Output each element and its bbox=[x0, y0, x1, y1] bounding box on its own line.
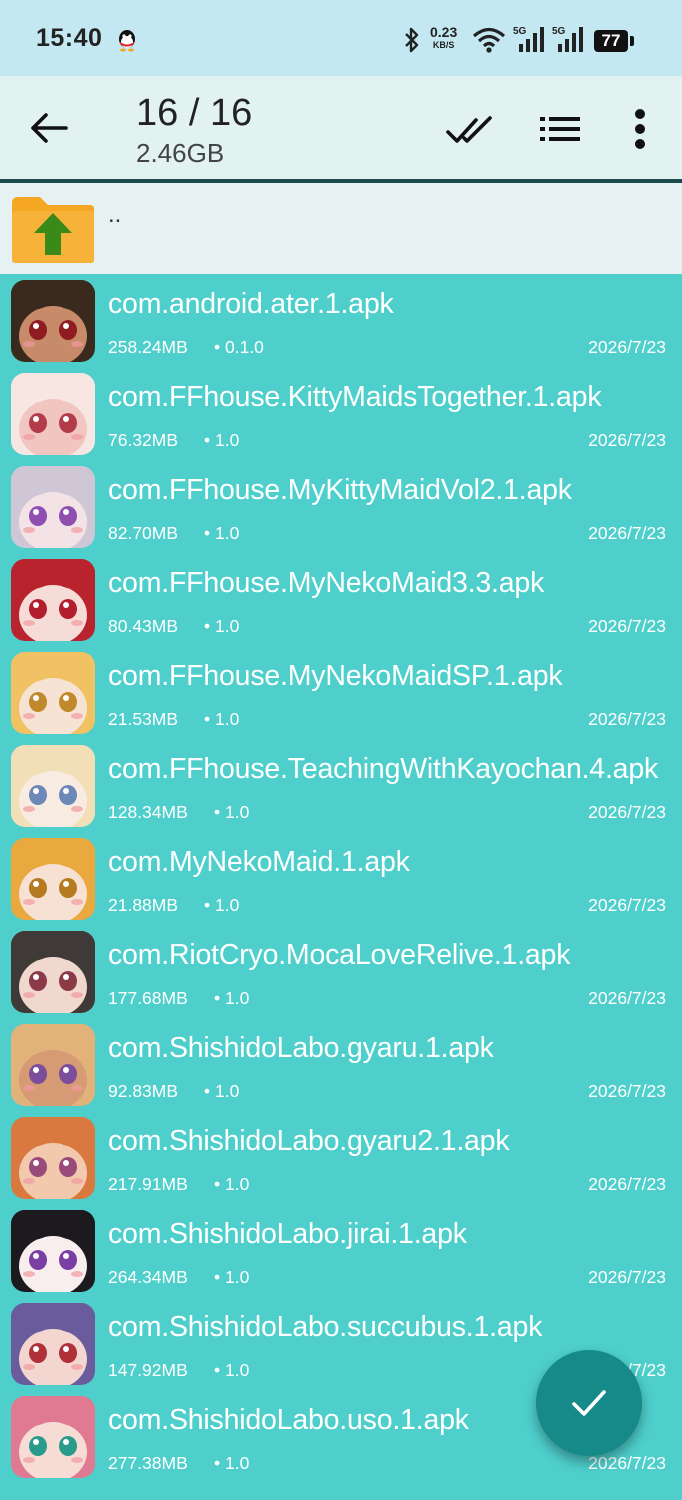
file-name: com.ShishidoLabo.gyaru.1.apk bbox=[108, 1032, 494, 1064]
file-size: 80.43MB bbox=[108, 616, 179, 636]
file-row[interactable]: com.MyNekoMaid.1.apk 21.88MB • 1.0 2026/7/2… bbox=[0, 832, 682, 925]
file-version: • 1.0 bbox=[204, 1081, 240, 1101]
app-thumbnail bbox=[11, 280, 95, 362]
file-row[interactable]: com.FFhouse.MyNekoMaidSP.1.apk 21.53MB • 1… bbox=[0, 646, 682, 739]
list-view-icon[interactable] bbox=[540, 114, 580, 144]
file-version: • 1.0 bbox=[204, 895, 240, 915]
file-row[interactable]: com.FFhouse.MyNekoMaid3.3.apk 80.43MB • 1.… bbox=[0, 553, 682, 646]
status-bar: 15:40 0.23 KB/S 5G 5G 77 bbox=[0, 0, 682, 76]
file-version: • 1.0 bbox=[214, 1360, 250, 1380]
file-date: 2026/7/23 bbox=[588, 1267, 666, 1287]
confirm-fab[interactable] bbox=[536, 1350, 642, 1456]
file-name: com.android.ater.1.apk bbox=[108, 288, 394, 320]
file-row[interactable]: com.RiotCryo.MocaLoveRelive.1.apk 177.68M… bbox=[0, 925, 682, 1018]
file-size: 92.83MB bbox=[108, 1081, 179, 1101]
file-row[interactable]: com.ShishidoLabo.jirai.1.apk 264.34MB • 1.… bbox=[0, 1204, 682, 1297]
wifi-icon bbox=[472, 27, 506, 53]
battery-indicator: 77 bbox=[594, 30, 628, 52]
bluetooth-icon bbox=[405, 27, 419, 53]
selection-count-title: 16 / 16 bbox=[136, 92, 253, 134]
file-row[interactable]: com.ShishidoLabo.gyaru.1.apk 92.83MB • 1.0… bbox=[0, 1018, 682, 1111]
file-name: com.FFhouse.MyNekoMaid3.3.apk bbox=[108, 567, 545, 599]
file-size: 264.34MB bbox=[108, 1267, 188, 1287]
back-icon[interactable] bbox=[28, 110, 70, 146]
file-size: 82.70MB bbox=[108, 523, 179, 543]
app-thumbnail bbox=[11, 559, 95, 641]
parent-folder-row[interactable]: .. bbox=[0, 183, 682, 274]
app-thumbnail bbox=[11, 652, 95, 734]
file-date: 2026/7/23 bbox=[588, 802, 666, 822]
file-version: • 1.0 bbox=[204, 430, 240, 450]
file-name: com.FFhouse.MyNekoMaidSP.1.apk bbox=[108, 660, 563, 692]
status-time: 15:40 bbox=[36, 24, 103, 52]
file-name: com.MyNekoMaid.1.apk bbox=[108, 846, 410, 878]
app-thumbnail bbox=[11, 466, 95, 548]
file-size: 217.91MB bbox=[108, 1174, 188, 1194]
file-version: • 1.0 bbox=[214, 988, 250, 1008]
qq-icon bbox=[119, 30, 135, 52]
file-name: com.ShishidoLabo.jirai.1.apk bbox=[108, 1218, 467, 1250]
file-row[interactable]: com.FFhouse.KittyMaidsTogether.1.apk 76.3… bbox=[0, 367, 682, 460]
file-version: • 1.0 bbox=[214, 1267, 250, 1287]
svg-text:5G: 5G bbox=[552, 26, 566, 37]
file-date: 2026/7/23 bbox=[588, 430, 666, 450]
total-size-subtitle: 2.46GB bbox=[136, 138, 225, 168]
file-row[interactable]: com.FFhouse.MyKittyMaidVol2.1.apk 82.70MB… bbox=[0, 460, 682, 553]
file-date: 2026/7/23 bbox=[588, 1453, 666, 1473]
file-size: 277.38MB bbox=[108, 1453, 188, 1473]
app-thumbnail bbox=[11, 931, 95, 1013]
signal-5g-icon: 5G bbox=[513, 26, 544, 52]
app-thumbnail bbox=[11, 1024, 95, 1106]
file-size: 128.34MB bbox=[108, 802, 188, 822]
file-date: 2026/7/23 bbox=[588, 337, 666, 357]
app-thumbnail bbox=[11, 1396, 95, 1478]
network-speed: 0.23 KB/S bbox=[430, 24, 458, 50]
battery-nub bbox=[630, 36, 634, 46]
file-version: • 1.0 bbox=[214, 1174, 250, 1194]
more-icon[interactable] bbox=[628, 106, 652, 152]
app-thumbnail bbox=[11, 1210, 95, 1292]
file-size: 21.88MB bbox=[108, 895, 179, 915]
file-name: com.FFhouse.MyKittyMaidVol2.1.apk bbox=[108, 474, 572, 506]
file-size: 21.53MB bbox=[108, 709, 179, 729]
app-thumbnail bbox=[11, 373, 95, 455]
file-version: • 1.0 bbox=[214, 802, 250, 822]
file-size: 76.32MB bbox=[108, 430, 179, 450]
app-thumbnail bbox=[11, 1117, 95, 1199]
file-row[interactable]: com.ShishidoLabo.gyaru2.1.apk 217.91MB • 1… bbox=[0, 1111, 682, 1204]
check-all-icon[interactable] bbox=[444, 112, 494, 148]
file-date: 2026/7/23 bbox=[588, 616, 666, 636]
file-date: 2026/7/23 bbox=[588, 1174, 666, 1194]
file-version: • 0.1.0 bbox=[214, 337, 264, 357]
file-date: 2026/7/23 bbox=[588, 988, 666, 1008]
parent-folder-label: .. bbox=[108, 201, 122, 228]
file-name: com.ShishidoLabo.gyaru2.1.apk bbox=[108, 1125, 510, 1157]
checkmark-icon bbox=[572, 1390, 606, 1416]
svg-text:5G: 5G bbox=[513, 26, 527, 37]
file-size: 258.24MB bbox=[108, 337, 188, 357]
file-name: com.FFhouse.TeachingWithKayochan.4.apk bbox=[108, 753, 659, 785]
file-version: • 1.0 bbox=[204, 523, 240, 543]
file-version: • 1.0 bbox=[204, 709, 240, 729]
file-size: 147.92MB bbox=[108, 1360, 188, 1380]
file-version: • 1.0 bbox=[204, 616, 240, 636]
file-name: com.ShishidoLabo.succubus.1.apk bbox=[108, 1311, 543, 1343]
file-date: 2026/7/23 bbox=[588, 523, 666, 543]
file-date: 2026/7/23 bbox=[588, 1081, 666, 1101]
file-name: com.FFhouse.KittyMaidsTogether.1.apk bbox=[108, 381, 602, 413]
file-name: com.RiotCryo.MocaLoveRelive.1.apk bbox=[108, 939, 571, 971]
folder-up-icon bbox=[12, 197, 94, 263]
file-size: 177.68MB bbox=[108, 988, 188, 1008]
app-thumbnail bbox=[11, 838, 95, 920]
file-version: • 1.0 bbox=[214, 1453, 250, 1473]
toolbar: 16 / 16 2.46GB bbox=[0, 76, 682, 183]
signal-5g-icon: 5G bbox=[552, 26, 583, 52]
file-row[interactable]: com.FFhouse.TeachingWithKayochan.4.apk 12… bbox=[0, 739, 682, 832]
file-list: com.android.ater.1.apk 258.24MB • 0.1.0 202… bbox=[0, 274, 682, 1483]
file-date: 2026/7/23 bbox=[588, 895, 666, 915]
app-thumbnail bbox=[11, 1303, 95, 1385]
file-date: 2026/7/23 bbox=[588, 709, 666, 729]
app-thumbnail bbox=[11, 745, 95, 827]
file-row[interactable]: com.android.ater.1.apk 258.24MB • 0.1.0 202… bbox=[0, 274, 682, 367]
